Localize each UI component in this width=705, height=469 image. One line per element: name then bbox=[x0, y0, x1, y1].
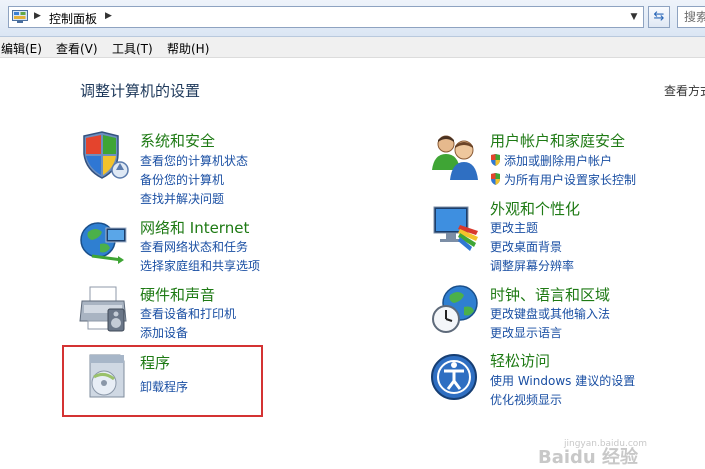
link-find-fix-problems[interactable]: 查找并解决问题 bbox=[140, 190, 224, 207]
menu-help[interactable]: 帮助(H) bbox=[167, 40, 209, 57]
search-placeholder: 搜索 bbox=[684, 10, 705, 24]
menu-edit[interactable]: 编辑(E) bbox=[1, 40, 42, 57]
refresh-icon: ⇆ bbox=[653, 9, 665, 24]
clock-globe-icon[interactable] bbox=[430, 283, 482, 335]
monitor-palette-icon[interactable] bbox=[430, 201, 482, 253]
security-shield-icon[interactable] bbox=[78, 130, 130, 182]
link-optimize-video-display[interactable]: 优化视频显示 bbox=[490, 391, 562, 408]
search-input[interactable]: 搜索 bbox=[677, 6, 705, 28]
link-adjust-resolution[interactable]: 调整屏幕分辨率 bbox=[490, 257, 574, 274]
category-title-user-accounts[interactable]: 用户帐户和家庭安全 bbox=[490, 130, 625, 151]
category-title-ease-of-access[interactable]: 轻松访问 bbox=[490, 350, 550, 371]
address-bar[interactable]: ▶ 控制面板 ▶ ▼ bbox=[8, 6, 644, 28]
link-view-devices-printers[interactable]: 查看设备和打印机 bbox=[140, 305, 236, 322]
menu-tools[interactable]: 工具(T) bbox=[112, 40, 153, 57]
link-change-display-language[interactable]: 更改显示语言 bbox=[490, 324, 562, 341]
link-parental-controls[interactable]: 为所有用户设置家长控制 bbox=[490, 171, 636, 188]
link-view-network-status[interactable]: 查看网络状态和任务 bbox=[140, 238, 248, 255]
highlight-box bbox=[62, 345, 263, 417]
refresh-button[interactable]: ⇆ bbox=[648, 6, 670, 28]
uac-shield-icon bbox=[491, 173, 500, 185]
breadcrumb-arrow-icon[interactable]: ▶ bbox=[34, 11, 41, 21]
category-title-hardware-sound[interactable]: 硬件和声音 bbox=[140, 284, 215, 305]
control-panel-content: 调整计算机的设置 查看方式 系统和安全 查看您的计算机状态 备份您的计算机 查找… bbox=[0, 58, 705, 468]
menu-bar: 编辑(E) 查看(V) 工具(T) 帮助(H) bbox=[0, 37, 705, 58]
uac-shield-icon bbox=[491, 154, 500, 166]
view-by-label[interactable]: 查看方式 bbox=[664, 82, 705, 99]
category-title-system-security[interactable]: 系统和安全 bbox=[140, 130, 215, 151]
link-backup-computer[interactable]: 备份您的计算机 bbox=[140, 171, 224, 188]
link-homegroup-sharing[interactable]: 选择家庭组和共享选项 bbox=[140, 257, 260, 274]
address-dropdown-icon[interactable]: ▼ bbox=[627, 9, 641, 25]
category-title-appearance[interactable]: 外观和个性化 bbox=[490, 198, 580, 219]
link-change-theme[interactable]: 更改主题 bbox=[490, 219, 538, 236]
link-change-input-method[interactable]: 更改键盘或其他输入法 bbox=[490, 305, 610, 322]
watermark-url: jingyan.baidu.com bbox=[564, 439, 648, 449]
control-panel-icon bbox=[12, 10, 28, 23]
menu-view[interactable]: 查看(V) bbox=[56, 40, 98, 57]
link-view-computer-status[interactable]: 查看您的计算机状态 bbox=[140, 152, 248, 169]
link-text: 为所有用户设置家长控制 bbox=[504, 173, 637, 187]
category-title-network-internet[interactable]: 网络和 Internet bbox=[140, 217, 249, 238]
link-windows-recommended-settings[interactable]: 使用 Windows 建议的设置 bbox=[490, 372, 635, 389]
link-add-remove-accounts[interactable]: 添加或删除用户帐户 bbox=[490, 152, 612, 169]
printer-icon[interactable] bbox=[78, 283, 130, 335]
breadcrumb-arrow-icon[interactable]: ▶ bbox=[105, 11, 112, 21]
link-text: 添加或删除用户帐户 bbox=[504, 154, 613, 168]
link-add-device[interactable]: 添加设备 bbox=[140, 324, 188, 341]
page-title: 调整计算机的设置 bbox=[80, 82, 201, 100]
category-title-clock-language[interactable]: 时钟、语言和区域 bbox=[490, 284, 610, 305]
address-bar-area: ▶ 控制面板 ▶ ▼ ⇆ 搜索 bbox=[0, 0, 705, 37]
breadcrumb-control-panel[interactable]: 控制面板 bbox=[49, 10, 97, 27]
users-icon[interactable] bbox=[430, 130, 482, 182]
ease-of-access-icon[interactable] bbox=[430, 351, 482, 403]
link-change-desktop-background[interactable]: 更改桌面背景 bbox=[490, 238, 562, 255]
network-globe-icon[interactable] bbox=[78, 214, 130, 266]
